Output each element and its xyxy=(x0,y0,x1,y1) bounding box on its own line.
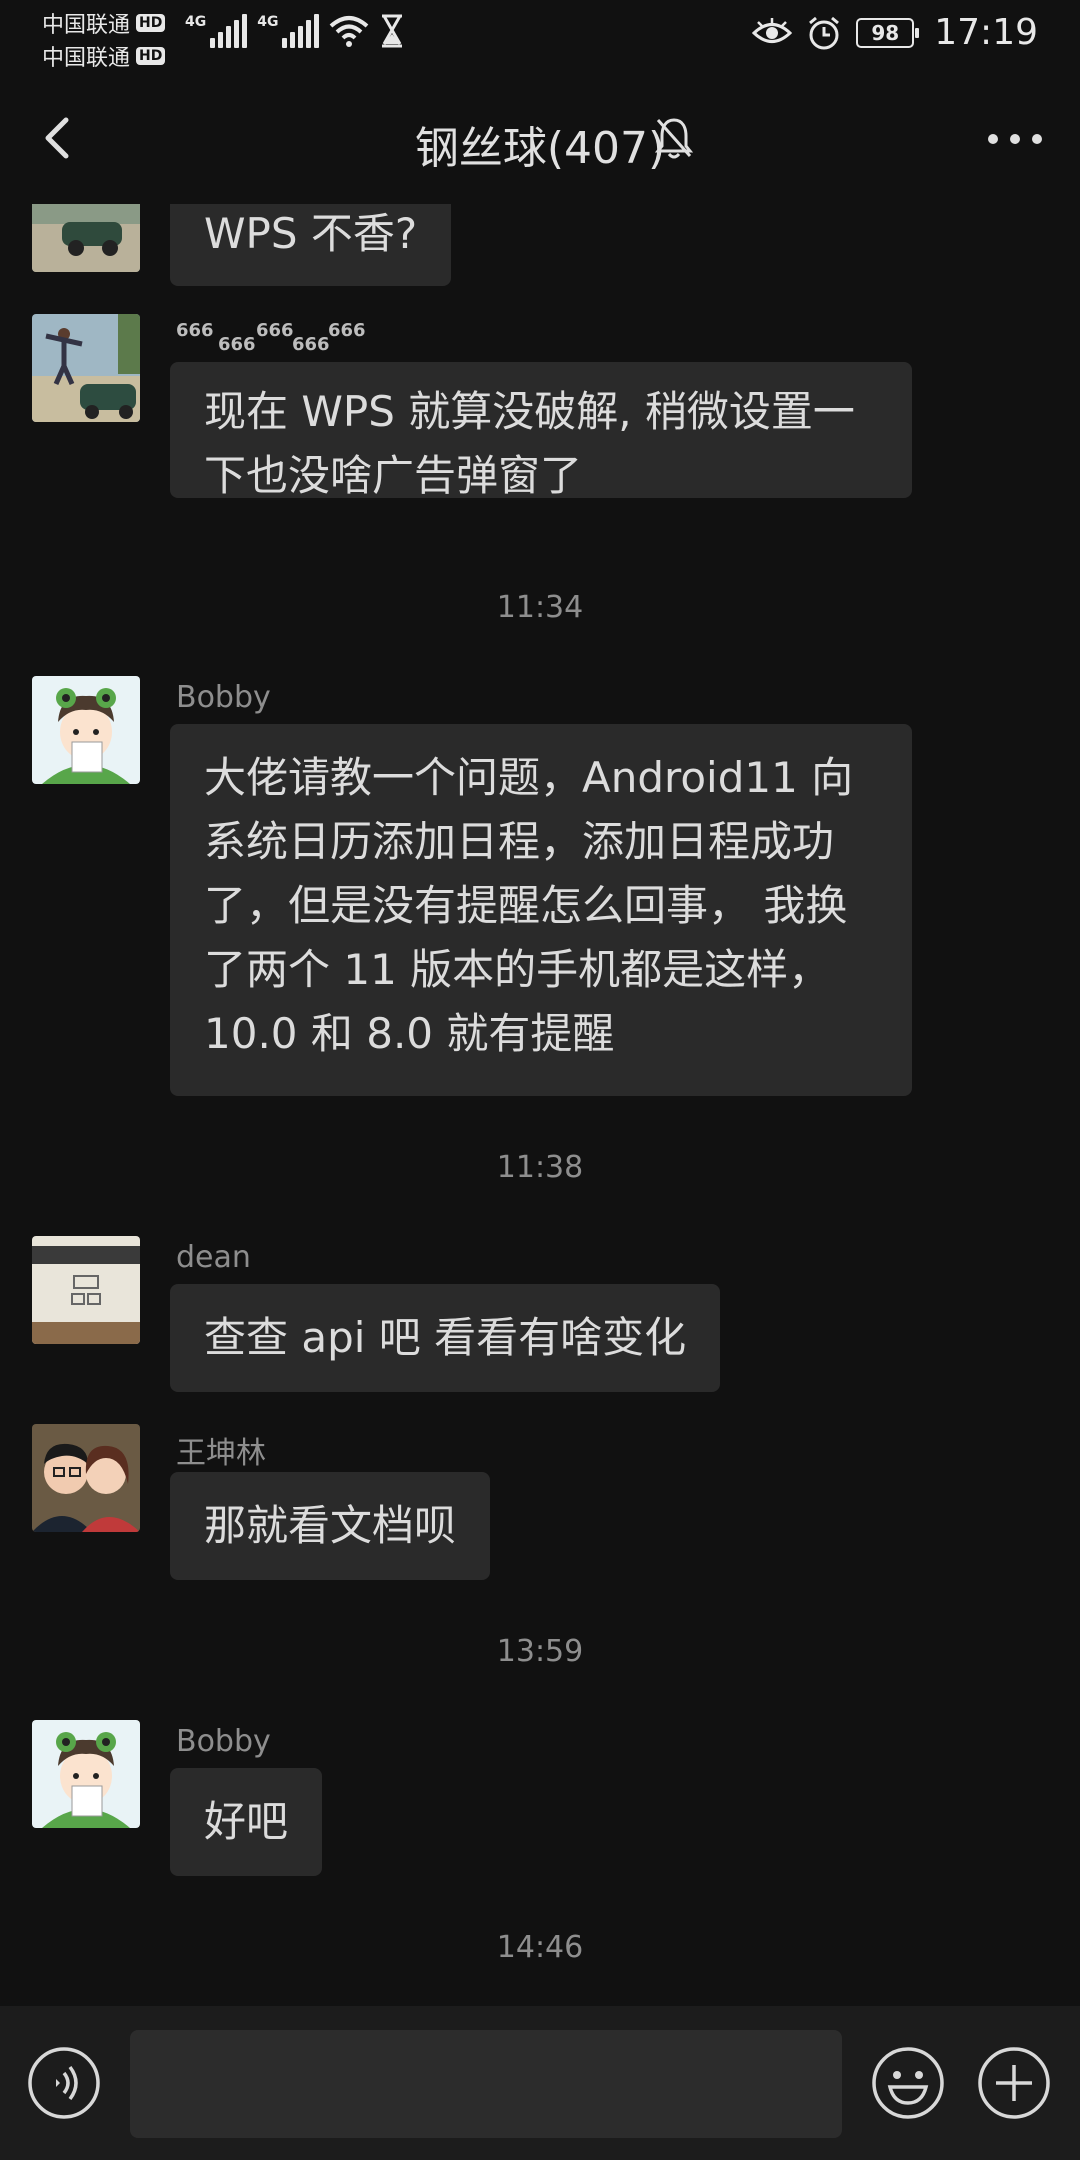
message-input[interactable] xyxy=(130,2030,842,2138)
carrier-name-2: 中国联通 xyxy=(42,45,131,71)
status-bar: 中国联通 HD 中国联通 HD 4G 4G 98 17:19 xyxy=(0,0,1080,72)
message-bubble[interactable]: WPS 不香? xyxy=(170,204,452,286)
status-right: 98 17:19 xyxy=(752,12,1038,53)
network-type-1: 4G xyxy=(185,14,207,30)
emoji-icon[interactable] xyxy=(870,2045,946,2121)
chat-title: 钢丝球(407) xyxy=(414,123,666,174)
sender-name: 王坤林 xyxy=(176,1436,266,1471)
avatar[interactable] xyxy=(32,204,140,272)
carrier-info: 中国联通 HD 中国联通 HD xyxy=(42,6,166,72)
message-bubble[interactable]: 大佬请教一个问题，Android11 向 系统日历添加日程，添加日程成功 了，但… xyxy=(170,724,912,1096)
sender-name: dean xyxy=(176,1240,251,1275)
message-text-line: 了，但是没有提醒怎么回事， 我换 xyxy=(204,881,848,930)
status-clock: 17:19 xyxy=(934,12,1038,53)
message-text-line: 现在 WPS 就算没破解, 稍微设置一 xyxy=(204,387,855,436)
message-bubble[interactable]: 那就看文档呗 xyxy=(170,1472,491,1580)
signal-bars-2-icon xyxy=(282,14,320,48)
message-text-line: 大佬请教一个问题，Android11 向 xyxy=(204,753,854,802)
chat-header: 钢丝球(407) xyxy=(0,72,1080,204)
timestamp: 11:38 xyxy=(496,1150,584,1185)
hd-badge-2: HD xyxy=(136,46,166,65)
message-text-line: 10.0 和 8.0 就有提醒 xyxy=(204,1009,615,1058)
message-text-line: 了两个 11 版本的手机都是这样， xyxy=(204,945,831,994)
avatar[interactable] xyxy=(32,1424,140,1532)
more-dots-icon[interactable] xyxy=(980,114,1050,164)
battery-icon: 98 xyxy=(856,17,920,48)
message-text-line: 下也没啥广告弹窗了 xyxy=(204,451,583,500)
message-text: 查查 api 吧 看看有啥变化 xyxy=(204,1313,687,1362)
timestamp: 11:34 xyxy=(496,590,584,625)
message-text-line: 系统日历添加日程，添加日程成功 xyxy=(204,817,835,866)
input-bar xyxy=(0,2006,1080,2160)
timestamp: 14:46 xyxy=(496,1930,584,1965)
hourglass-icon xyxy=(382,14,403,48)
signal-bars-1-icon xyxy=(210,14,248,48)
message-list[interactable]: WPS 不香? 666 666 666 666 666 现在 WPS 就算没破解… xyxy=(0,204,1080,2004)
sender-name: Bobby xyxy=(176,680,271,715)
message-bubble[interactable]: 查查 api 吧 看看有啥变化 xyxy=(170,1284,721,1392)
flying-666-effect: 666 666 666 666 666 xyxy=(176,320,366,355)
avatar[interactable] xyxy=(32,1236,140,1344)
bell-off-icon xyxy=(654,118,694,159)
eye-icon xyxy=(752,17,793,43)
sender-name: Bobby xyxy=(176,1724,271,1759)
plus-icon[interactable] xyxy=(976,2045,1052,2121)
network-type-2: 4G xyxy=(257,14,279,30)
battery-level: 98 xyxy=(871,20,900,45)
carrier-name-1: 中国联通 xyxy=(42,12,131,38)
alarm-icon xyxy=(809,16,840,49)
avatar[interactable] xyxy=(32,1720,140,1828)
timestamp: 13:59 xyxy=(496,1634,584,1669)
signal-indicators: 4G 4G xyxy=(185,14,405,48)
avatar[interactable] xyxy=(32,314,140,422)
voice-icon[interactable] xyxy=(26,2045,102,2121)
message-text: 好吧 xyxy=(204,1797,289,1846)
message-bubble[interactable]: 现在 WPS 就算没破解, 稍微设置一 下也没啥广告弹窗了 xyxy=(170,362,912,500)
message-text: 那就看文档呗 xyxy=(204,1501,457,1550)
hd-badge-1: HD xyxy=(136,13,166,32)
wifi-icon xyxy=(330,16,369,47)
message-bubble[interactable]: 好吧 xyxy=(170,1768,323,1876)
message-text: WPS 不香? xyxy=(204,209,418,258)
avatar[interactable] xyxy=(32,676,140,784)
